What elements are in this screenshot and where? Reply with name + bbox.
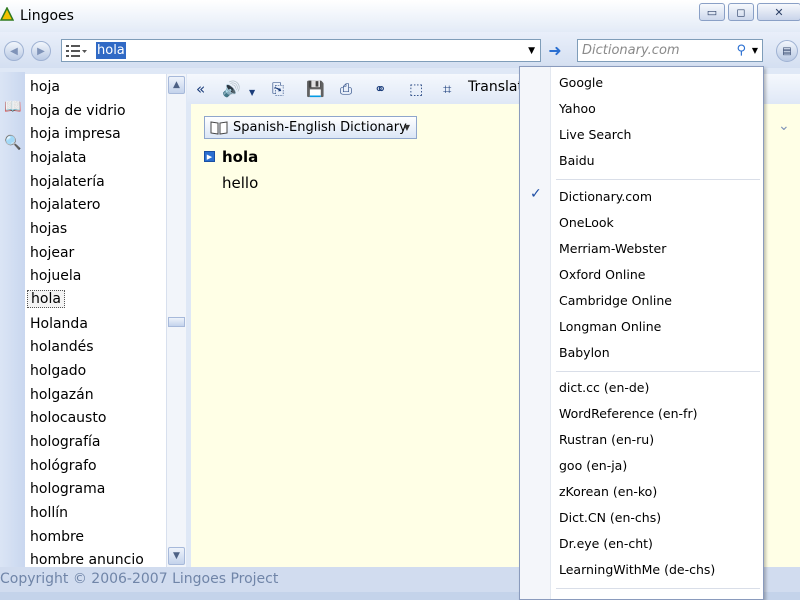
list-item[interactable]: hológrafo <box>30 458 97 474</box>
list-item[interactable]: hojalatería <box>30 174 105 190</box>
dictionary-book-icon[interactable]: 📖 <box>2 96 24 118</box>
magnifier-icon[interactable]: ⚲ <box>736 43 746 58</box>
arrow-right-icon: ➜ <box>548 41 562 60</box>
menu-item-learningwithme[interactable]: LearningWithMe (de-chs) <box>559 562 715 577</box>
menu-item-oxford-online[interactable]: Oxford Online <box>559 267 645 282</box>
scroll-up-icon[interactable]: ▲ <box>168 76 185 94</box>
list-item[interactable]: holograma <box>30 481 105 497</box>
copy-icon[interactable]: ⎘ <box>272 79 284 99</box>
menu-item-yahoo[interactable]: Yahoo <box>559 101 596 116</box>
list-item[interactable]: holandés <box>30 339 94 355</box>
list-item[interactable]: hoja de vidrio <box>30 103 126 119</box>
title-bar: Lingoes ▭ ◻ ✕ <box>0 0 800 32</box>
engine-search-field[interactable]: Dictionary.com ⚲ ▼ <box>577 39 763 62</box>
menu-separator <box>556 588 760 589</box>
menu-item-wordreference[interactable]: WordReference (en-fr) <box>559 406 697 421</box>
list-item[interactable]: Holanda <box>30 316 88 332</box>
forward-arrow-icon: ▶ <box>37 45 45 57</box>
menu-item-dict-cc[interactable]: dict.cc (en-de) <box>559 380 649 395</box>
scroll-down-icon[interactable]: ▼ <box>168 547 185 565</box>
list-item[interactable]: holgado <box>30 363 86 379</box>
find-binoculars-icon[interactable]: ⚭ <box>374 79 387 99</box>
back-arrow-icon: ◀ <box>10 45 18 57</box>
list-item[interactable]: holgazán <box>30 387 94 403</box>
list-item[interactable]: hojalata <box>30 150 86 166</box>
minimize-button[interactable]: ▭ <box>699 3 725 21</box>
search-input[interactable]: hola ▼ <box>61 39 541 62</box>
dictionary-selector[interactable]: Spanish-English Dictionary ▼ <box>204 116 417 139</box>
search-page-icon[interactable]: 🔍 <box>2 132 24 154</box>
definition-text: hello <box>222 174 259 192</box>
list-item[interactable]: holografía <box>30 434 101 450</box>
entry-expand-icon[interactable]: ▶ <box>204 151 215 162</box>
back-button[interactable]: ◀ <box>4 41 24 61</box>
menu-item-cambridge-online[interactable]: Cambridge Online <box>559 293 672 308</box>
menu-separator <box>556 179 760 180</box>
menu-item-merriam-webster[interactable]: Merriam-Webster <box>559 241 666 256</box>
menu-item-dictionary-com[interactable]: Dictionary.com <box>559 189 652 204</box>
list-item[interactable]: hombre <box>30 529 84 545</box>
open-book-icon <box>210 121 228 135</box>
forward-button[interactable]: ▶ <box>31 41 51 61</box>
dictionary-dropdown-icon: ▼ <box>403 123 410 132</box>
list-item[interactable]: hojear <box>30 245 74 261</box>
bookmark-icon[interactable]: ⬚ <box>409 79 423 99</box>
list-item[interactable]: hoja <box>30 79 60 95</box>
translate-icon[interactable]: ⌗ <box>443 79 451 99</box>
menu-item-zkorean[interactable]: zKorean (en-ko) <box>559 484 657 499</box>
dictionary-name: Spanish-English Dictionary <box>233 120 407 135</box>
menu-item-onelook[interactable]: OneLook <box>559 215 614 230</box>
menu-item-dr-eye[interactable]: Dr.eye (en-cht) <box>559 536 653 551</box>
window-title: Lingoes <box>20 8 74 24</box>
list-item[interactable]: holocausto <box>30 410 106 426</box>
chevron-down-icon[interactable]: ⌄ <box>778 118 790 134</box>
scrollbar-thumb[interactable] <box>168 317 185 327</box>
list-view-icon <box>66 45 87 57</box>
options-menu-icon[interactable]: ▤ <box>776 40 798 62</box>
menu-separator <box>556 371 760 372</box>
menu-item-baidu[interactable]: Baidu <box>559 153 595 168</box>
search-history-dropdown-icon[interactable]: ▼ <box>528 46 535 56</box>
menu-item-goo[interactable]: goo (en-ja) <box>559 458 627 473</box>
app-window: Lingoes ▭ ◻ ✕ ◀ ▶ hola ▼ ➜ Dictionary.co… <box>0 0 800 600</box>
list-item[interactable]: hojas <box>30 221 67 237</box>
menu-gutter <box>520 67 551 599</box>
print-icon[interactable]: ⎙ <box>340 79 352 99</box>
lingoes-logo-icon <box>0 7 14 21</box>
left-rail: 📖 🔍 <box>0 72 25 567</box>
restore-button[interactable]: ◻ <box>728 3 754 21</box>
list-item[interactable]: hoja impresa <box>30 126 121 142</box>
copyright-text: Copyright © 2006-2007 Lingoes Project <box>0 571 279 587</box>
engine-search-placeholder: Dictionary.com <box>582 43 680 58</box>
go-button[interactable]: ➜ <box>543 39 567 62</box>
menu-item-babylon[interactable]: Babylon <box>559 345 610 360</box>
menu-item-longman-online[interactable]: Longman Online <box>559 319 661 334</box>
translate-button-label[interactable]: Translat <box>468 79 523 95</box>
word-list-scrollbar[interactable]: ▲ ▼ <box>166 74 186 567</box>
list-item[interactable]: hojuela <box>30 268 81 284</box>
search-input-text: hola <box>96 42 126 59</box>
close-button[interactable]: ✕ <box>757 3 800 21</box>
checkmark-icon: ✓ <box>530 186 542 202</box>
speaker-dropdown-icon[interactable]: ▼ <box>249 82 255 102</box>
menu-item-live-search[interactable]: Live Search <box>559 127 631 142</box>
list-item-selected[interactable]: hola <box>27 290 65 308</box>
word-list[interactable]: hoja hoja de vidrio hoja impresa hojalat… <box>25 74 166 567</box>
speaker-icon[interactable]: 🔊 <box>222 79 241 99</box>
menu-item-dict-cn[interactable]: Dict.CN (en-chs) <box>559 510 661 525</box>
list-item[interactable]: hojalatero <box>30 197 101 213</box>
list-item[interactable]: hombre anuncio <box>30 552 144 567</box>
engine-dropdown-icon[interactable]: ▼ <box>752 46 758 55</box>
menu-item-rustran[interactable]: Rustran (en-ru) <box>559 432 654 447</box>
collapse-left-icon[interactable]: « <box>196 79 205 99</box>
headword: hola <box>222 148 259 166</box>
save-icon[interactable]: 💾 <box>306 79 325 99</box>
list-item[interactable]: hollín <box>30 505 68 521</box>
search-engine-menu: Google Yahoo Live Search Baidu ✓ Diction… <box>519 66 764 600</box>
menu-item-google[interactable]: Google <box>559 75 603 90</box>
